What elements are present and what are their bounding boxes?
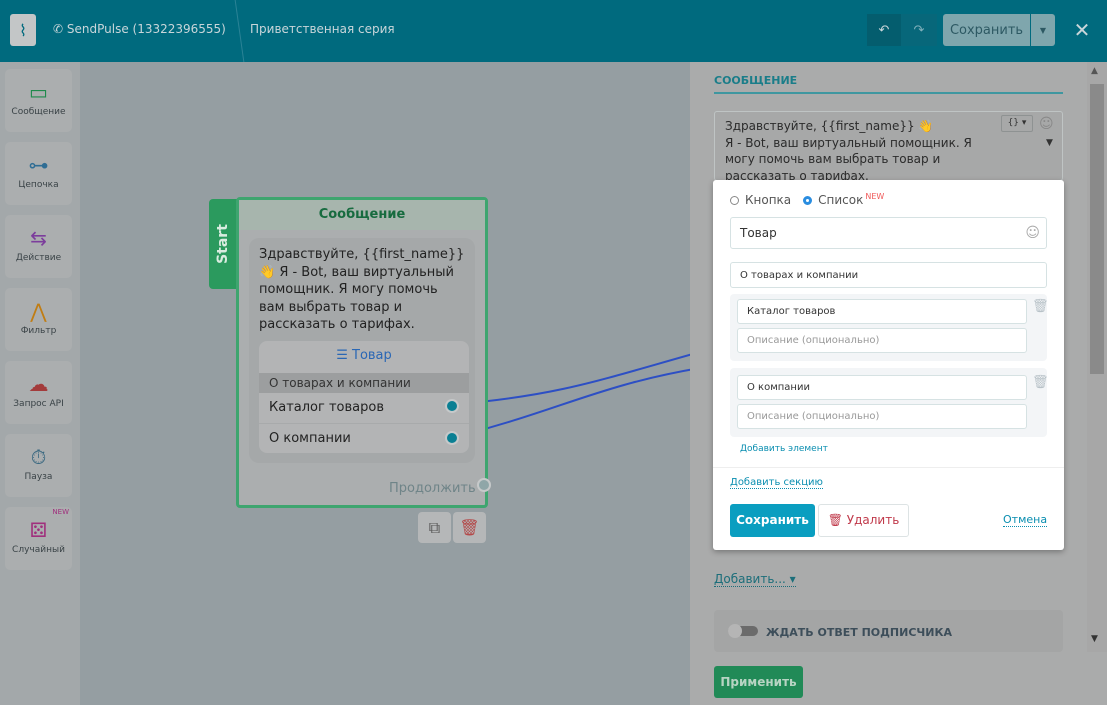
radio-button-label: Кнопка — [745, 193, 792, 207]
close-icon[interactable]: ✕ — [1068, 14, 1096, 46]
emoji-icon[interactable]: ☺ — [1039, 116, 1054, 132]
delete-node-icon[interactable]: 🗑 — [453, 512, 486, 543]
new-badge: NEW — [865, 191, 885, 201]
save-dropdown-chevron-icon[interactable]: ▼ — [1031, 14, 1055, 46]
list-editor-popup: Кнопка Список NEW Товар ☺ О товарах и ком… — [713, 180, 1064, 550]
section-title-input[interactable]: О товарах и компании — [730, 262, 1047, 288]
continue-label: Продолжить — [389, 481, 476, 496]
item-connector-dot[interactable] — [445, 431, 459, 445]
add-element-link[interactable]: Добавить элемент — [740, 444, 828, 454]
node-list: ☰ Товар О товарах и компании Каталог тов… — [259, 341, 469, 453]
item-connector-dot[interactable] — [445, 399, 459, 413]
wait-reply-row: ЖДАТЬ ОТВЕТ ПОДПИСЧИКА — [714, 610, 1063, 652]
scrollbar-thumb[interactable] — [1090, 84, 1104, 374]
redo-button[interactable]: ↷ — [901, 14, 937, 46]
node-list-button[interactable]: ☰ Товар — [259, 341, 469, 373]
item-title-input[interactable]: О компании — [737, 375, 1027, 400]
undo-button[interactable]: ↶ — [867, 14, 901, 46]
node-list-section: О товарах и компании — [259, 373, 469, 393]
variable-dropdown-button[interactable]: {} ▾ — [1001, 115, 1033, 132]
apply-button[interactable]: Применить — [714, 666, 803, 698]
item-description-input[interactable]: Описание (опционально) — [737, 328, 1027, 353]
wait-reply-label: ЖДАТЬ ОТВЕТ ПОДПИСЧИКА — [766, 626, 953, 639]
panel-scrollbar[interactable]: ▲ ▼ — [1087, 62, 1107, 652]
radio-list-label: Список — [818, 193, 864, 207]
connection-line — [458, 351, 700, 405]
start-tag: Start — [209, 199, 237, 289]
trash-icon[interactable]: 🗑 — [1032, 375, 1049, 390]
item-description-input[interactable]: Описание (опционально) — [737, 404, 1027, 429]
node-list-item: О компании — [269, 431, 351, 446]
message-node[interactable]: Сообщение Здравствуйте, {{first_name}} 👋… — [236, 197, 491, 508]
continue-connector-dot[interactable] — [477, 478, 491, 492]
divider — [714, 92, 1063, 94]
radio-list-option[interactable] — [803, 195, 813, 205]
item-title-input[interactable]: Каталог товаров — [737, 299, 1027, 324]
emoji-icon[interactable]: ☺ — [1025, 225, 1040, 241]
delete-button[interactable]: 🗑 Удалить — [818, 504, 909, 537]
wait-reply-toggle[interactable] — [728, 624, 758, 638]
textarea-scroll-down-icon[interactable]: ▼ — [1046, 138, 1053, 148]
connection-line — [458, 367, 700, 437]
copy-node-icon[interactable]: ⧉ — [418, 512, 451, 543]
list-item-card: О компании Описание (опционально) 🗑 — [730, 368, 1049, 437]
node-title: Сообщение — [239, 200, 485, 230]
divider — [713, 467, 1064, 468]
list-title-input[interactable]: Товар ☺ — [730, 217, 1047, 249]
save-flow-button[interactable]: Сохранить — [943, 14, 1030, 46]
list-item-card: Каталог товаров Описание (опционально) 🗑 — [730, 294, 1049, 361]
section-title: СООБЩЕНИЕ — [714, 74, 798, 87]
trash-icon[interactable]: 🗑 — [1032, 299, 1049, 314]
node-list-item: Каталог товаров — [259, 393, 469, 424]
add-section-link[interactable]: Добавить секцию — [730, 477, 823, 489]
trash-icon: 🗑 — [827, 513, 847, 527]
node-message-text: Здравствуйте, {{first_name}} 👋 Я - Bot, … — [259, 247, 465, 332]
add-content-dropdown[interactable]: Добавить... ▾ — [714, 572, 796, 587]
cancel-link[interactable]: Отмена — [1003, 513, 1048, 527]
radio-button-option[interactable] — [730, 195, 739, 205]
save-button[interactable]: Сохранить — [730, 504, 815, 537]
